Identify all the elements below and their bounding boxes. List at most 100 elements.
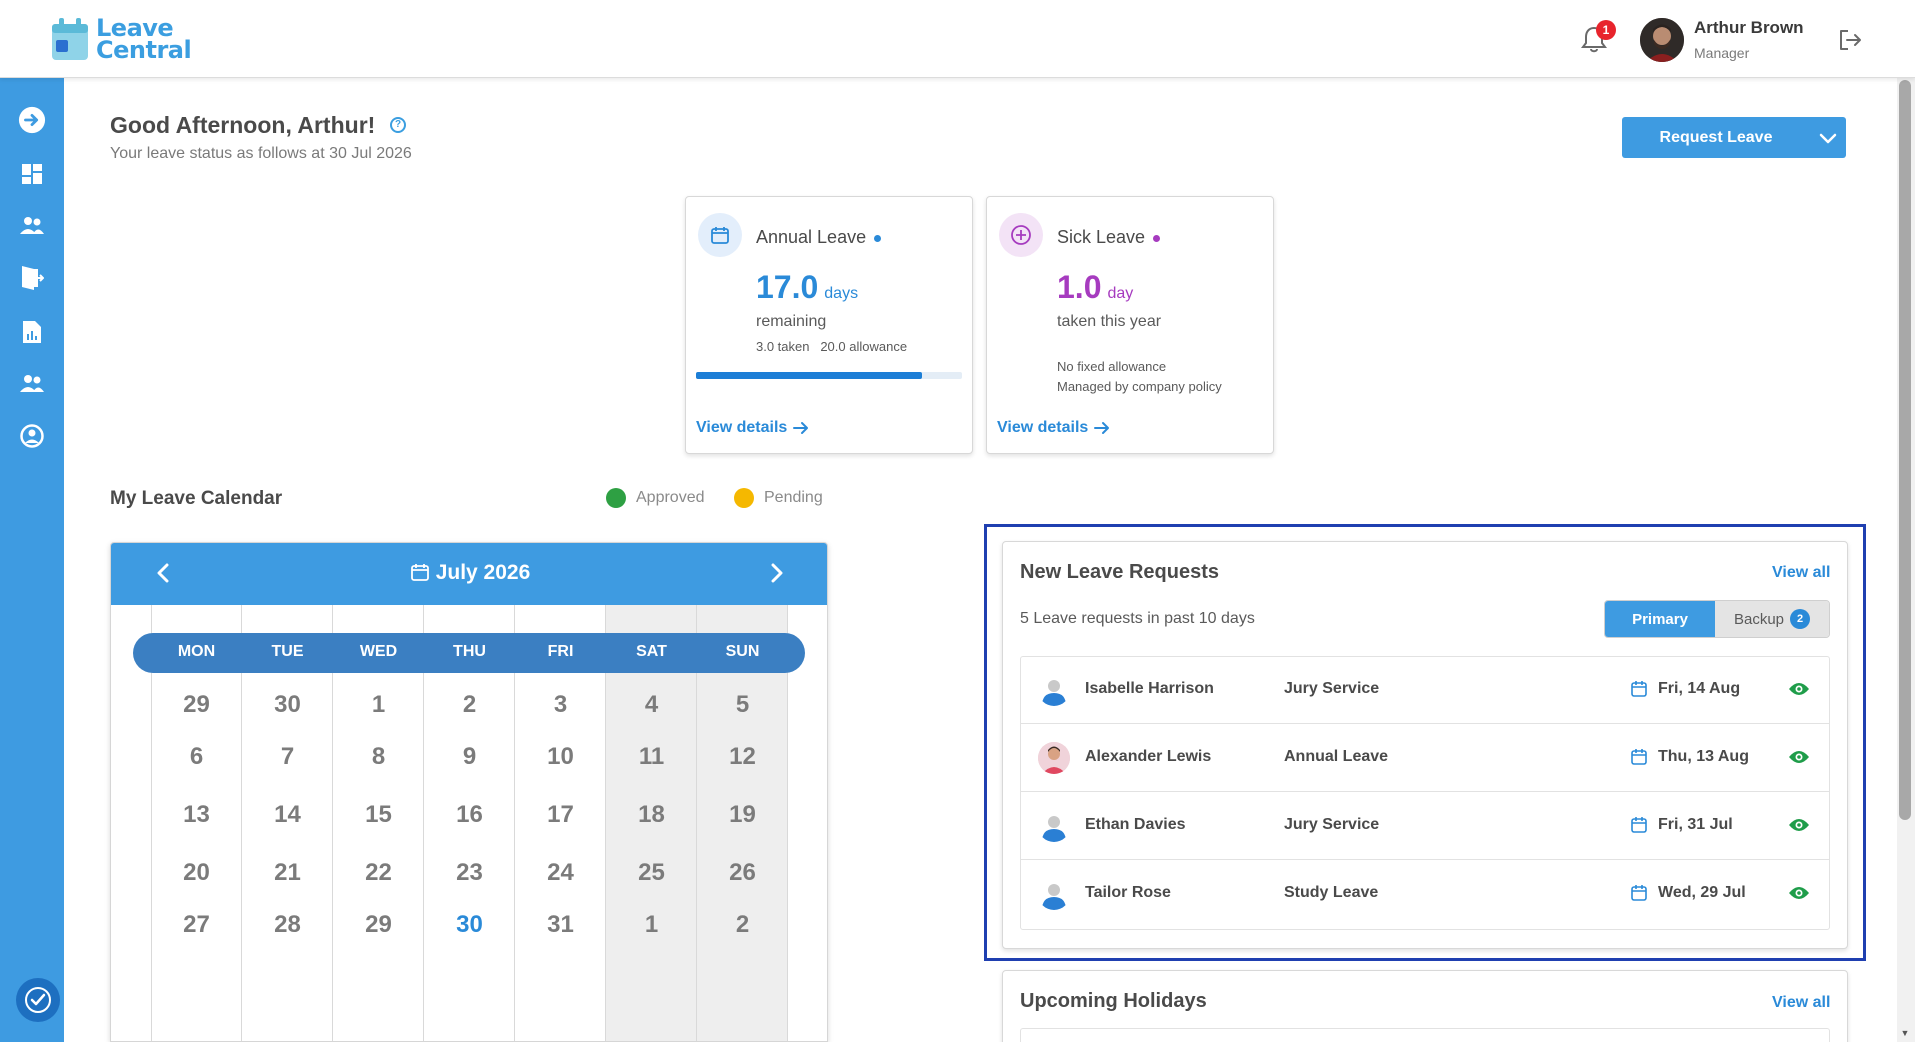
request-leave-type: Jury Service [1284, 816, 1380, 833]
chevron-down-icon[interactable] [1810, 132, 1846, 144]
eye-icon[interactable] [1788, 681, 1810, 697]
calendar-day[interactable]: 30 [424, 911, 515, 939]
logout-icon[interactable] [1838, 28, 1864, 52]
request-row[interactable]: Ethan Davies Jury Service Fri, 31 Jul [1020, 792, 1830, 860]
legend-approved: Approved [606, 488, 705, 508]
calendar-icon [1630, 884, 1648, 902]
report-icon[interactable] [18, 318, 46, 346]
calendar-day[interactable]: 29 [333, 911, 424, 939]
calendar-day[interactable]: 5 [697, 691, 788, 719]
calendar-day[interactable]: 16 [424, 801, 515, 829]
leave-door-icon[interactable] [18, 264, 46, 292]
dashboard-icon[interactable] [18, 160, 46, 188]
scroll-down-icon[interactable]: ▼ [1900, 1028, 1910, 1038]
tab-primary[interactable]: Primary [1605, 601, 1715, 637]
calendar-day[interactable]: 25 [606, 859, 697, 887]
annual-leave-value: 17.0 days [756, 269, 859, 305]
calendar-day[interactable]: 14 [242, 801, 333, 829]
request-leave-type: Annual Leave [1284, 748, 1389, 765]
calendar-day[interactable]: 22 [333, 859, 424, 887]
calendar-day[interactable]: 11 [606, 743, 697, 771]
request-row[interactable]: Alexander Lewis Annual Leave Thu, 13 Aug [1020, 724, 1830, 792]
request-row[interactable]: Isabelle Harrison Jury Service Fri, 14 Aug [1020, 656, 1830, 724]
calendar-day[interactable]: 9 [424, 743, 515, 771]
calendar-day[interactable]: 28 [242, 911, 333, 939]
notification-badge: 1 [1596, 20, 1616, 40]
arrow-right-circle-icon[interactable] [18, 106, 46, 134]
weekday-label: SAT [636, 643, 667, 660]
calendar-day[interactable]: 27 [151, 911, 242, 939]
calendar-day[interactable]: 3 [515, 691, 606, 719]
app-logo[interactable]: Leave Central [50, 16, 192, 62]
leave-calendar: July 2026 MON TUE WED THU FRI SAT SUN 29 30 1 2 3 4 5… [110, 542, 828, 1042]
user-role: Manager [1694, 45, 1750, 61]
eye-icon[interactable] [1788, 885, 1810, 901]
weekday-label: THU [453, 643, 486, 660]
annual-view-details-link[interactable]: View details [696, 419, 809, 437]
calendar-day[interactable]: 12 [697, 743, 788, 771]
calendar-day[interactable]: 15 [333, 801, 424, 829]
request-date: Thu, 13 Aug [1658, 748, 1749, 765]
people-icon[interactable] [18, 370, 46, 398]
annual-leave-breakdown: 3.0 taken 20.0 allowance [756, 339, 908, 354]
calendar-header: July 2026 [111, 543, 827, 605]
calendar-day[interactable]: 20 [151, 859, 242, 887]
help-icon[interactable]: ? [390, 117, 406, 133]
scrollbar-thumb[interactable] [1899, 80, 1911, 820]
approved-dot [606, 488, 626, 508]
calendar-day[interactable]: 1 [333, 691, 424, 719]
calendar-icon [410, 564, 429, 581]
calendar-day[interactable]: 24 [515, 859, 606, 887]
request-leave-button[interactable]: Request Leave [1622, 117, 1846, 158]
avatar [1038, 674, 1070, 706]
calendar-month: July 2026 [111, 561, 827, 585]
calendar-title: My Leave Calendar [110, 488, 283, 509]
request-leave-label: Request Leave [1659, 128, 1773, 146]
calendar-day[interactable]: 29 [151, 691, 242, 719]
holidays-title: Upcoming Holidays [1020, 990, 1207, 1012]
calendar-day[interactable]: 1 [606, 911, 697, 939]
eye-icon[interactable] [1788, 817, 1810, 833]
holidays-list [1020, 1028, 1830, 1042]
calendar-day[interactable]: 2 [697, 911, 788, 939]
eye-icon[interactable] [1788, 749, 1810, 765]
calendar-day[interactable]: 6 [151, 743, 242, 771]
calendar-day[interactable]: 30 [242, 691, 333, 719]
calendar-day[interactable]: 4 [606, 691, 697, 719]
tab-backup[interactable]: Backup 2 [1715, 601, 1829, 637]
legend-pending: Pending [734, 488, 823, 508]
calendar-day[interactable]: 10 [515, 743, 606, 771]
calendar-icon [1630, 680, 1648, 698]
calendar-icon [1630, 816, 1648, 834]
calendar-day[interactable]: 19 [697, 801, 788, 829]
accessibility-icon[interactable] [16, 978, 60, 1022]
request-row[interactable]: Tailor Rose Study Leave Wed, 29 Jul [1020, 860, 1830, 928]
user-avatar[interactable] [1640, 18, 1684, 62]
greeting-subtitle: Your leave status as follows at 30 Jul 2… [110, 145, 412, 162]
request-date: Fri, 14 Aug [1658, 680, 1741, 697]
calendar-day[interactable]: 18 [606, 801, 697, 829]
holidays-view-all-link[interactable]: View all [1772, 994, 1830, 1012]
requests-view-all-link[interactable]: View all [1772, 564, 1830, 582]
calendar-day[interactable]: 23 [424, 859, 515, 887]
profile-icon[interactable] [18, 422, 46, 450]
weekday-label: TUE [271, 643, 304, 660]
requests-title: New Leave Requests [1020, 561, 1219, 583]
calendar-day[interactable]: 13 [151, 801, 242, 829]
calendar-day[interactable]: 31 [515, 911, 606, 939]
plus-circle-icon [999, 213, 1043, 257]
calendar-day[interactable]: 21 [242, 859, 333, 887]
team-icon[interactable] [18, 212, 46, 240]
calendar-day[interactable]: 2 [424, 691, 515, 719]
sick-leave-policy: Managed by company policy [1057, 379, 1222, 394]
weekday-label: SUN [725, 643, 760, 660]
greeting-title: Good Afternoon, Arthur! [110, 112, 376, 138]
calendar-day[interactable]: 7 [242, 743, 333, 771]
requests-subtitle: 5 Leave requests in past 10 days [1020, 610, 1255, 627]
sick-view-details-link[interactable]: View details [997, 419, 1110, 437]
calendar-day[interactable]: 26 [697, 859, 788, 887]
chevron-right-icon[interactable] [765, 561, 789, 585]
calendar-day[interactable]: 17 [515, 801, 606, 829]
calendar-day[interactable]: 8 [333, 743, 424, 771]
sick-leave-title: Sick Leave [1057, 227, 1161, 248]
